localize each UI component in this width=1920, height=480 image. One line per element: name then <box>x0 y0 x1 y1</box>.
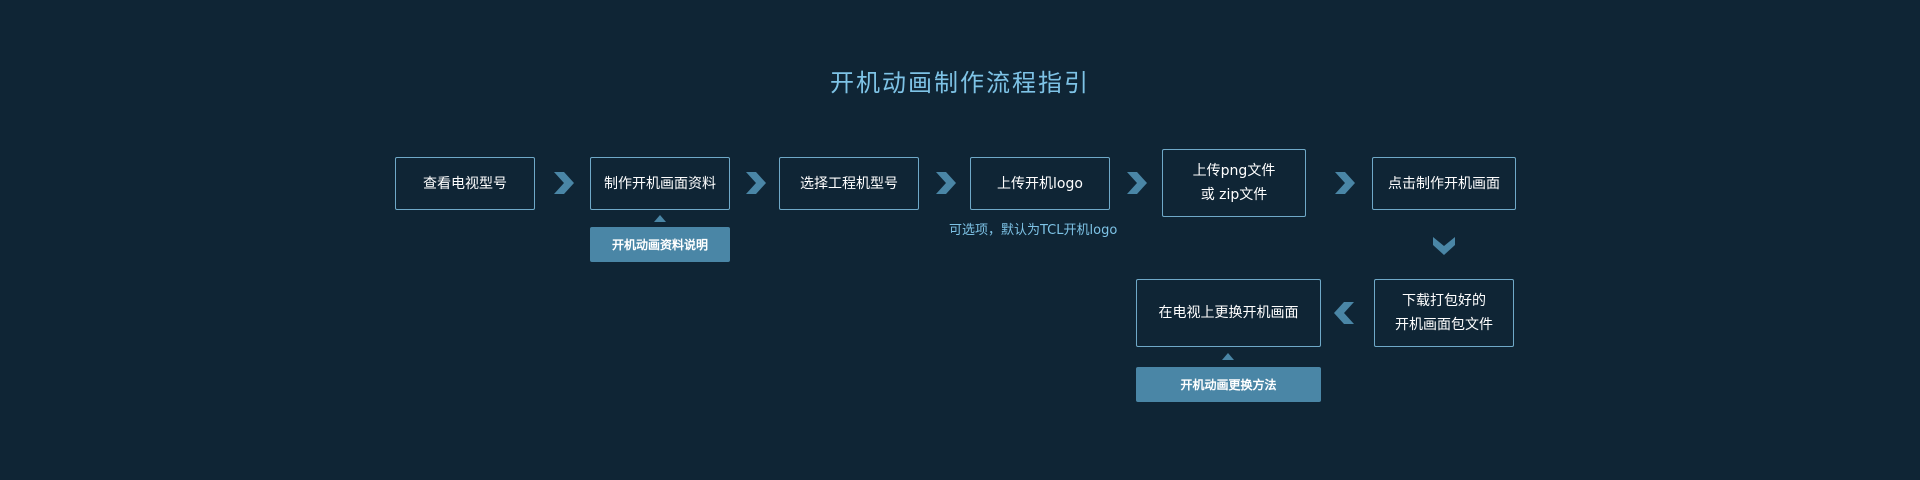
step-make-boot-materials[interactable]: 制作开机画面资料 <box>590 157 730 210</box>
chevron-right-icon <box>932 170 958 196</box>
materials-guide-button[interactable]: 开机动画资料说明 <box>590 227 730 262</box>
logo-optional-hint: 可选项，默认为TCL开机logo <box>949 223 1118 238</box>
caret-up-icon <box>1222 353 1234 360</box>
chevron-left-icon <box>1332 300 1358 326</box>
page-title: 开机动画制作流程指引 <box>830 69 1090 97</box>
replace-method-button[interactable]: 开机动画更换方法 <box>1136 367 1321 402</box>
chevron-right-icon <box>1331 170 1357 196</box>
chevron-right-icon <box>742 170 768 196</box>
chevron-down-icon <box>1431 233 1457 259</box>
chevron-right-icon <box>550 170 576 196</box>
step-replace-on-tv[interactable]: 在电视上更换开机画面 <box>1136 279 1321 347</box>
step-upload-logo[interactable]: 上传开机logo <box>970 157 1110 210</box>
step-upload-png-or-zip[interactable]: 上传png文件 或 zip文件 <box>1162 149 1306 217</box>
step-click-make-boot-screen[interactable]: 点击制作开机画面 <box>1372 157 1516 210</box>
chevron-right-icon <box>1123 170 1149 196</box>
caret-up-icon <box>654 215 666 222</box>
step-select-engineering-model[interactable]: 选择工程机型号 <box>779 157 919 210</box>
step-download-package[interactable]: 下载打包好的 开机画面包文件 <box>1374 279 1514 347</box>
step-check-tv-model[interactable]: 查看电视型号 <box>395 157 535 210</box>
